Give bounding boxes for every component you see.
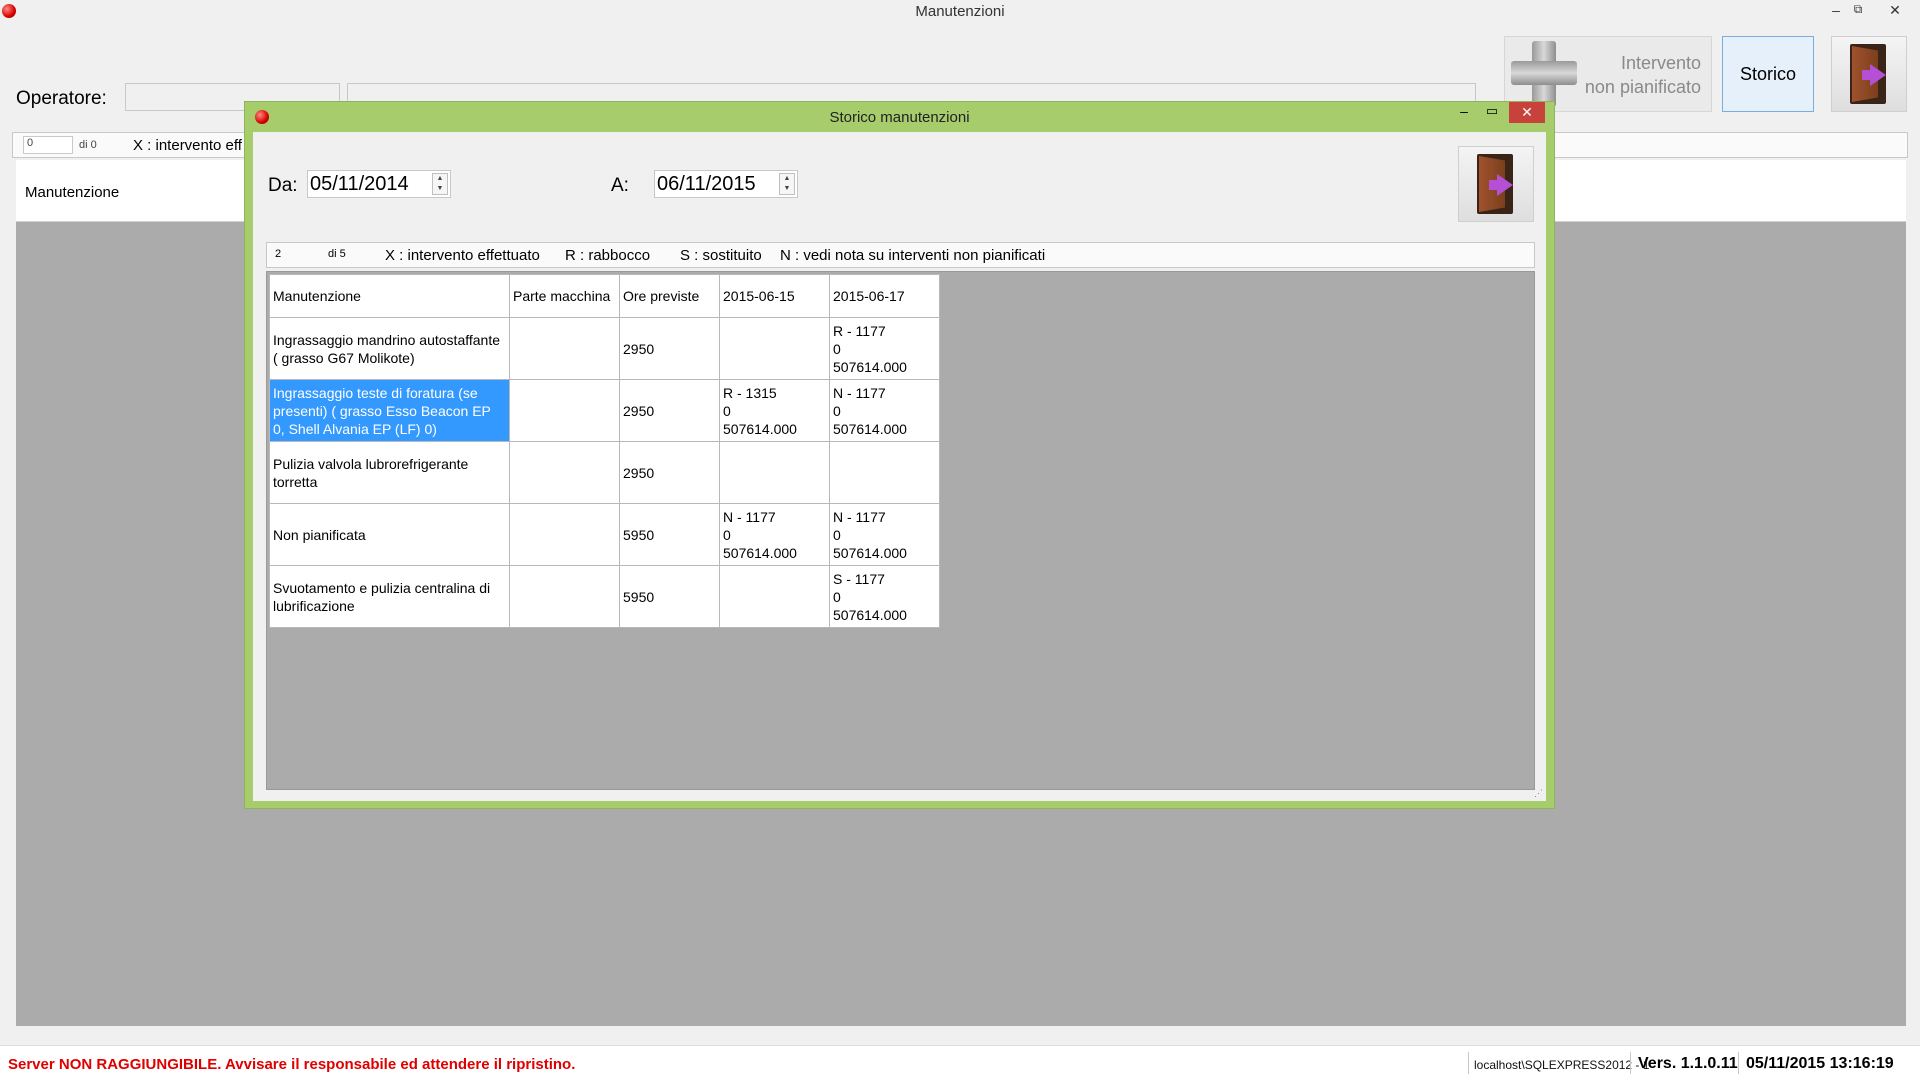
entry-line: 507614.000 xyxy=(723,420,797,437)
entry-line: 0 xyxy=(833,526,841,543)
server-error-message: Server NON RAGGIUNGIBILE. Avvisare il re… xyxy=(8,1056,576,1073)
entry-line: 0 xyxy=(833,588,841,605)
cell-ore-previste[interactable]: 5950 xyxy=(619,565,720,628)
history-dialog: Storico manutenzioni – ▭ ✕ Da: 05/11/201… xyxy=(244,101,1555,809)
exit-button[interactable] xyxy=(1831,36,1907,112)
table-header-row: Manutenzione Parte macchina Ore previste… xyxy=(269,274,940,318)
entry-line: 507614.000 xyxy=(723,544,797,561)
resize-grip-icon[interactable]: ⋰ xyxy=(1534,788,1543,799)
entry-line: 0 xyxy=(723,402,731,419)
from-date-picker[interactable]: 05/11/2014 ▲ ▼ xyxy=(307,170,451,198)
column-header[interactable]: Ore previste xyxy=(619,274,720,318)
legend-n: N : vedi nota su interventi non pianific… xyxy=(780,247,1046,264)
entry-line: S - 1177 xyxy=(833,570,885,587)
column-header[interactable]: 2015-06-17 xyxy=(829,274,940,318)
cell-parte-macchina[interactable] xyxy=(509,565,620,628)
history-button[interactable]: Storico xyxy=(1722,36,1814,112)
cell-manutenzione[interactable]: Non pianificata xyxy=(269,503,510,566)
history-table: Manutenzione Parte macchina Ore previste… xyxy=(269,274,940,628)
entry-line: 0 xyxy=(723,526,731,543)
cell-ore-previste[interactable]: 2950 xyxy=(619,441,720,504)
column-header[interactable]: 2015-06-15 xyxy=(719,274,830,318)
entry-line: N - 1177 xyxy=(833,384,886,401)
table-row[interactable]: Pulizia valvola lubrorefrigerante torret… xyxy=(269,441,940,504)
column-header-manutenzione[interactable]: Manutenzione xyxy=(25,184,119,201)
legend-text: X : intervento eff xyxy=(133,137,242,154)
entry-line: 0 xyxy=(833,340,841,357)
minimize-icon[interactable]: – xyxy=(1826,2,1846,18)
spin-arrows-icon[interactable]: ▲ ▼ xyxy=(779,173,795,195)
from-date-label: Da: xyxy=(268,175,298,196)
cell-date-entry[interactable]: R - 1315 0 507614.000 xyxy=(719,379,830,442)
connection-info: localhost\SQLEXPRESS2012 - 1 xyxy=(1474,1058,1650,1072)
cell-parte-macchina[interactable] xyxy=(509,379,620,442)
datetime-label: 05/11/2015 13:16:19 xyxy=(1746,1055,1894,1072)
dialog-title: Storico manutenzioni xyxy=(829,109,970,126)
cell-manutenzione[interactable]: Svuotamento e pulizia centralina di lubr… xyxy=(269,565,510,628)
dialog-maximize-icon[interactable]: ▭ xyxy=(1481,103,1503,119)
main-titlebar: Manutenzioni – ⧉ ✕ xyxy=(0,0,1920,24)
page-number-field[interactable]: 2 xyxy=(275,248,281,260)
entry-line: 507614.000 xyxy=(833,606,907,623)
window-title: Manutenzioni xyxy=(915,3,1005,20)
status-bar: Server NON RAGGIUNGIBILE. Avvisare il re… xyxy=(0,1045,1920,1080)
spin-arrows-icon[interactable]: ▲ ▼ xyxy=(432,173,448,195)
cell-ore-previste[interactable]: 2950 xyxy=(619,317,720,380)
cell-parte-macchina[interactable] xyxy=(509,441,620,504)
cell-date-entry[interactable] xyxy=(719,441,830,504)
cell-parte-macchina[interactable] xyxy=(509,317,620,380)
cell-ore-previste[interactable]: 5950 xyxy=(619,503,720,566)
to-date-picker[interactable]: 06/11/2015 ▲ ▼ xyxy=(654,170,798,198)
cell-date-entry[interactable]: N - 1177 0 507614.000 xyxy=(719,503,830,566)
unplanned-intervention-label: Intervento non pianificato xyxy=(1584,53,1701,97)
cell-date-entry[interactable]: S - 1177 0 507614.000 xyxy=(829,565,940,628)
column-header[interactable]: Manutenzione xyxy=(269,274,510,318)
to-date-label: A: xyxy=(611,175,629,196)
cell-parte-macchina[interactable] xyxy=(509,503,620,566)
history-grid[interactable]: Manutenzione Parte macchina Ore previste… xyxy=(266,271,1535,790)
entry-line: R - 1177 xyxy=(833,322,886,339)
table-row[interactable]: Ingrassaggio teste di foratura (se prese… xyxy=(269,379,940,442)
page-count: di 5 xyxy=(328,248,346,260)
column-header[interactable]: Parte macchina xyxy=(509,274,620,318)
page-count: di 0 xyxy=(79,139,97,151)
operator-label: Operatore: xyxy=(16,88,107,109)
cell-date-entry[interactable]: N - 1177 0 507614.000 xyxy=(829,379,940,442)
entry-line: 507614.000 xyxy=(833,358,907,375)
table-row[interactable]: Svuotamento e pulizia centralina di lubr… xyxy=(269,565,940,628)
dialog-navigator: 2 di 5 X : intervento effettuato R : rab… xyxy=(266,242,1535,268)
page-number-field[interactable]: 0 xyxy=(23,136,73,154)
entry-line: N - 1177 xyxy=(723,508,776,525)
cell-date-entry[interactable]: N - 1177 0 507614.000 xyxy=(829,503,940,566)
entry-line: 507614.000 xyxy=(833,544,907,561)
dialog-exit-button[interactable] xyxy=(1458,146,1534,222)
legend-x: X : intervento effettuato xyxy=(385,247,540,264)
cell-date-entry[interactable] xyxy=(719,317,830,380)
cell-date-entry[interactable]: R - 1177 0 507614.000 xyxy=(829,317,940,380)
cell-manutenzione[interactable]: Ingrassaggio mandrino autostaffante ( gr… xyxy=(269,317,510,380)
table-row[interactable]: Ingrassaggio mandrino autostaffante ( gr… xyxy=(269,317,940,380)
dialog-close-button[interactable]: ✕ xyxy=(1509,102,1545,123)
table-row[interactable]: Non pianificata 5950 N - 1177 0 507614.000 N … xyxy=(269,503,940,566)
entry-line: 0 xyxy=(833,402,841,419)
restore-icon[interactable]: ⧉ xyxy=(1848,2,1868,17)
cell-ore-previste[interactable]: 2950 xyxy=(619,379,720,442)
dialog-body: Da: 05/11/2014 ▲ ▼ A: 06/11/2015 ▲ ▼ 2 di … xyxy=(253,132,1546,801)
cell-manutenzione[interactable]: Pulizia valvola lubrorefrigerante torret… xyxy=(269,441,510,504)
legend-r: R : rabbocco xyxy=(565,247,651,264)
dialog-minimize-icon[interactable]: – xyxy=(1453,103,1475,119)
cell-manutenzione[interactable]: Ingrassaggio teste di foratura (se prese… xyxy=(269,379,510,442)
entry-line: R - 1315 xyxy=(723,384,777,401)
entry-line: N - 1177 xyxy=(833,508,886,525)
close-icon[interactable]: ✕ xyxy=(1885,2,1905,19)
legend-s: S : sostituito xyxy=(680,247,762,264)
cell-date-entry[interactable] xyxy=(829,441,940,504)
cell-date-entry[interactable] xyxy=(719,565,830,628)
entry-line: 507614.000 xyxy=(833,420,907,437)
version-label: Vers. 1.1.0.11 xyxy=(1638,1055,1738,1072)
